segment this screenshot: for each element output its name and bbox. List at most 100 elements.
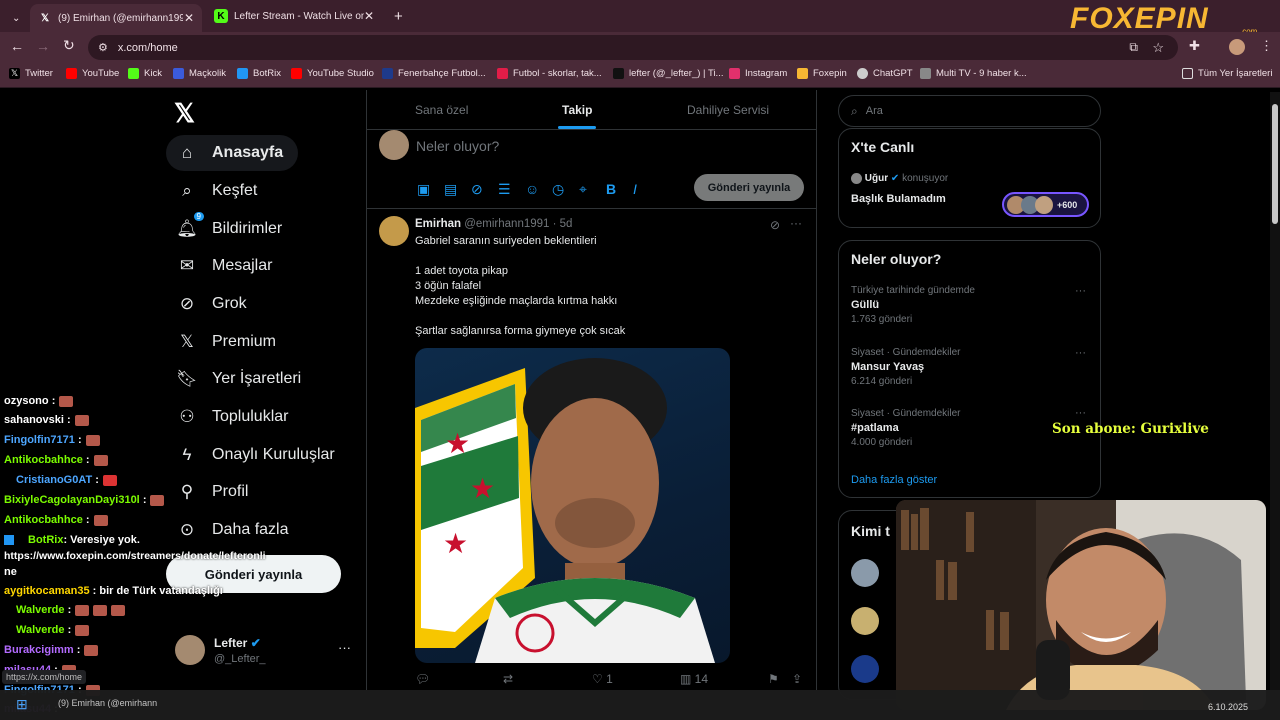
trend-more-icon[interactable]: ··· bbox=[1075, 347, 1086, 359]
emoji-icon[interactable]: ☺ bbox=[525, 181, 539, 197]
trend-more-icon[interactable]: ··· bbox=[1075, 407, 1086, 419]
repost-icon[interactable]: ⇄ bbox=[503, 672, 513, 686]
scrollbar-thumb[interactable] bbox=[1272, 104, 1278, 224]
bold-icon[interactable]: B bbox=[606, 181, 616, 197]
profile-avatar-icon[interactable] bbox=[1229, 39, 1245, 55]
nav-home[interactable]: ⌂ Anasayfa bbox=[166, 135, 298, 171]
trend-item[interactable]: Türkiye tarihinde gündemde Güllü 1.763 gön… bbox=[851, 285, 975, 325]
nav-bookmarks[interactable]: 🔖︎ Yer İşaretleri bbox=[166, 361, 356, 397]
tab-following[interactable]: Takip bbox=[562, 103, 592, 117]
tab-search-button[interactable]: ⌄ bbox=[4, 6, 26, 30]
bookmark-post-icon[interactable]: ⚑ bbox=[768, 672, 779, 686]
nav-grok[interactable]: ⊘ Grok bbox=[166, 286, 356, 322]
show-more-link[interactable]: Daha fazla göster bbox=[851, 474, 937, 486]
tab-for-you[interactable]: Sana özel bbox=[415, 103, 468, 117]
bookmark-chatgpt[interactable]: ChatGPT bbox=[857, 68, 913, 79]
trend-item[interactable]: Siyaset · Gündemdekiler Mansur Yavaş 6.214… bbox=[851, 347, 961, 387]
user-avatar[interactable] bbox=[175, 635, 205, 665]
chat-text: : bbox=[85, 454, 90, 466]
views-icon[interactable]: ▥ 14 bbox=[680, 672, 708, 686]
nav-notifications[interactable]: 🔔︎ 9 Bildirimler bbox=[166, 211, 356, 247]
post-author[interactable]: Emirhan bbox=[415, 218, 461, 230]
install-icon[interactable]: ⧉ bbox=[1129, 40, 1138, 55]
lightning-icon: ϟ bbox=[182, 445, 192, 464]
nav-messages[interactable]: ✉ Mesajlar bbox=[166, 248, 356, 284]
grok-post-icon[interactable]: ⊘ bbox=[770, 218, 780, 232]
like-count: 1 bbox=[606, 672, 613, 686]
active-tab-indicator bbox=[558, 126, 596, 129]
bookmark-fenerbahce[interactable]: Fenerbahçe Futbol... bbox=[382, 68, 486, 79]
user-name: Lefter ✔ bbox=[214, 636, 261, 650]
tab-kick[interactable]: K Lefter Stream - Watch Live on K ✕ bbox=[206, 4, 382, 28]
post-image[interactable]: ★ ★ ★ bbox=[415, 348, 730, 663]
bookmark-futbol[interactable]: Futbol - skorlar, tak... bbox=[497, 68, 602, 79]
all-bookmarks[interactable]: Tüm Yer İşaretleri bbox=[1182, 68, 1272, 79]
post-avatar[interactable] bbox=[379, 216, 409, 246]
trend-item[interactable]: Siyaset · Gündemdekiler #patlama 4.000 gön… bbox=[851, 408, 961, 448]
nav-more[interactable]: ⊙ Daha fazla bbox=[166, 512, 356, 548]
nav-premium[interactable]: 𝕏 Premium bbox=[166, 324, 356, 360]
live-topic[interactable]: Başlık Bulamadım bbox=[851, 193, 946, 205]
star-icon[interactable]: ☆ bbox=[1152, 40, 1164, 56]
nav-explore[interactable]: ⌕ Keşfet bbox=[166, 173, 356, 209]
search-input[interactable]: ⌕ Ara bbox=[838, 95, 1101, 127]
chat-user: ozysono bbox=[4, 395, 49, 407]
suggestion-avatar[interactable] bbox=[851, 607, 879, 635]
bookmark-twitter[interactable]: 𝕏 Twitter bbox=[9, 68, 53, 79]
location-icon[interactable]: ⌖ bbox=[579, 181, 587, 198]
bookmark-youtube[interactable]: YouTube bbox=[66, 68, 119, 79]
bookmark-foxepin[interactable]: Foxepin bbox=[797, 68, 847, 79]
site-info-icon[interactable]: ⚙ bbox=[98, 41, 108, 54]
poll-icon[interactable]: ☰ bbox=[498, 181, 511, 198]
page-scrollbar[interactable] bbox=[1270, 92, 1280, 692]
bookmark-tiktok[interactable]: lefter (@_lefter_) | Ti... bbox=[613, 68, 723, 79]
like-icon[interactable]: ♡ 1 bbox=[592, 672, 613, 686]
account-menu-icon[interactable]: ··· bbox=[338, 640, 351, 655]
trend-more-icon[interactable]: ··· bbox=[1075, 285, 1086, 297]
bookmark-mackolik[interactable]: Maçkolik bbox=[173, 68, 226, 79]
new-tab-button[interactable]: + bbox=[386, 4, 411, 28]
post-more-icon[interactable]: ··· bbox=[790, 216, 802, 230]
grok-compose-icon[interactable]: ⊘ bbox=[471, 181, 483, 198]
address-bar[interactable]: ⚙ x.com/home ⧉ ☆ bbox=[88, 35, 1178, 60]
reload-icon[interactable]: ↻ bbox=[63, 37, 75, 54]
suggestion-avatar[interactable] bbox=[851, 559, 879, 587]
close-icon[interactable]: ✕ bbox=[364, 9, 374, 23]
compose-avatar bbox=[379, 130, 409, 160]
x-logo-icon[interactable]: 𝕏 bbox=[174, 98, 195, 129]
windows-start-icon[interactable]: ⊞ bbox=[16, 696, 28, 713]
share-icon[interactable]: ⇪ bbox=[792, 672, 802, 686]
bookmark-instagram[interactable]: Instagram bbox=[729, 68, 787, 79]
botrix-icon bbox=[237, 68, 248, 79]
compose-post-button[interactable]: Gönderi yayınla bbox=[694, 174, 804, 201]
bot-badge-icon bbox=[4, 535, 14, 546]
gif-icon[interactable]: ▤ bbox=[444, 181, 457, 198]
suggestion-avatar[interactable] bbox=[851, 655, 879, 683]
extensions-icon[interactable]: ✚ bbox=[1189, 38, 1200, 54]
close-icon[interactable]: ✕ bbox=[184, 11, 194, 25]
reply-icon[interactable]: 💬︎ bbox=[415, 672, 430, 686]
nav-profile[interactable]: ⚲ Profil bbox=[166, 474, 356, 510]
chat-message: sahanovski : bbox=[4, 414, 89, 426]
tab-dahiliye[interactable]: Dahiliye Servisi bbox=[687, 103, 769, 117]
nav-communities[interactable]: ⚇ Topluluklar bbox=[166, 399, 356, 435]
bookmark-kick[interactable]: Kick bbox=[128, 68, 162, 79]
bookmark-multitv[interactable]: Multi TV - 9 haber k... bbox=[920, 68, 1027, 79]
menu-kebab-icon[interactable]: ⋮ bbox=[1260, 38, 1273, 54]
emote-icon bbox=[102, 474, 117, 486]
schedule-icon[interactable]: ◷ bbox=[552, 181, 564, 198]
bookmark-youtube-studio[interactable]: YouTube Studio bbox=[291, 68, 374, 79]
taskbar-window-label[interactable]: (9) Emirhan (@emirhann bbox=[58, 698, 157, 708]
tab-x-home[interactable]: 𝕏 (9) Emirhan (@emirhann1991) / ✕ bbox=[30, 4, 202, 32]
bookmark-botrix[interactable]: BotRix bbox=[237, 68, 281, 79]
live-listeners[interactable]: +600 bbox=[1002, 192, 1089, 217]
speaker-status: konuşuyor bbox=[902, 173, 949, 185]
italic-icon[interactable]: I bbox=[633, 181, 637, 197]
nav-label: Daha fazla bbox=[212, 521, 289, 538]
compose-input[interactable]: Neler oluyor? bbox=[416, 138, 499, 154]
chat-message: aygitkocaman35 : bir de Türk vatandaşlığ… bbox=[4, 585, 223, 597]
image-icon[interactable]: ▣ bbox=[417, 181, 430, 198]
forward-icon[interactable]: → bbox=[36, 38, 50, 54]
back-icon[interactable]: ← bbox=[10, 38, 24, 54]
nav-verified-orgs[interactable]: ϟ Onaylı Kuruluşlar bbox=[166, 437, 356, 473]
